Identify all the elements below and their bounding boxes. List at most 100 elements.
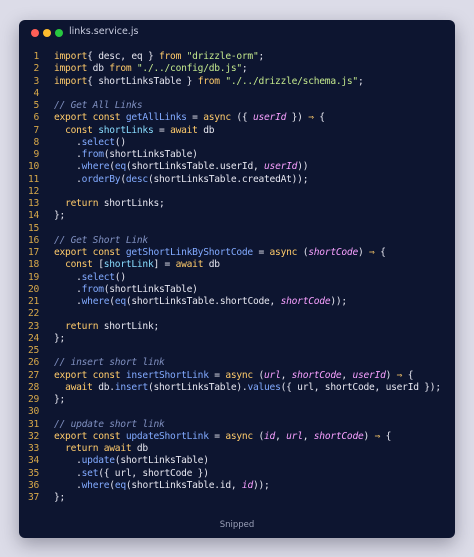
code-token: eq [114, 296, 126, 307]
code-token: getAllLinks [125, 112, 187, 124]
line-number: 13 [27, 198, 39, 209]
code-token: db. [92, 381, 115, 393]
code-token: shortCode [308, 247, 358, 258]
code-text: .set({ url, shortCode }) [54, 468, 209, 480]
code-token: db [131, 443, 148, 454]
file-name-title: links.service.js [69, 26, 139, 37]
close-window-button[interactable] [31, 29, 39, 37]
code-line: 3 import{ shortLinksTable } from "./../dr… [19, 76, 455, 88]
code-token: import [54, 75, 88, 87]
code-token: set [81, 467, 99, 479]
code-line: 13 return shortLinks; [19, 198, 455, 210]
line-number: 36 [27, 479, 39, 491]
line-number: 30 [27, 406, 39, 418]
line-number: 26 [27, 357, 39, 369]
code-token: ] = [153, 259, 176, 271]
code-line: 15 [19, 223, 455, 235]
code-line: 22 [19, 308, 455, 320]
code-line: 12 [19, 186, 455, 198]
code-token: async [203, 112, 231, 124]
code-token: )) [297, 161, 309, 173]
code-token: { desc, eq } [87, 51, 159, 62]
title-bar: links.service.js [19, 20, 455, 46]
code-line: 23 return shortLink; [19, 321, 455, 333]
code-token: where [81, 161, 110, 173]
code-token: ; [258, 51, 265, 62]
code-text: }; [54, 333, 65, 345]
code-token: . [54, 136, 82, 148]
code-token: ( [252, 369, 265, 381]
line-number: 35 [27, 467, 39, 479]
code-token: getShortLinkByShortCode [125, 247, 253, 258]
line-number: 21 [27, 296, 39, 307]
line-number: 11 [27, 173, 39, 185]
line-number: 7 [33, 124, 39, 136]
line-number: 19 [27, 271, 39, 283]
code-token: "./../drizzle/schema.js" [219, 75, 358, 87]
code-token: async [225, 369, 253, 381]
line-number: 18 [27, 259, 39, 271]
code-token: db [87, 63, 110, 75]
code-token: . [54, 149, 82, 160]
code-token: export const [54, 369, 126, 381]
code-text: return shortLink; [54, 321, 159, 333]
line-number: 1 [33, 51, 39, 62]
code-token: ) [385, 369, 397, 381]
code-token: = [153, 124, 171, 136]
code-token: updateShortLink [125, 430, 209, 442]
line-number: 10 [27, 161, 39, 173]
code-line: 20 .from(shortLinksTable) [19, 284, 455, 296]
code-token: const [65, 124, 99, 136]
line-number: 25 [27, 345, 39, 356]
code-text: export const getShortLinkByShortCode = a… [54, 247, 386, 259]
code-token: return await [65, 443, 132, 454]
code-line: 8 .select() [19, 137, 455, 149]
code-token: // insert short link [54, 357, 165, 369]
code-line: 10 .where(eq(shortLinksTable.userId, use… [19, 161, 455, 173]
code-token: where [81, 479, 110, 491]
code-token: insertShortLink [125, 369, 209, 381]
line-number: 37 [27, 492, 39, 503]
code-token: . [54, 296, 82, 307]
code-line: 31 // update short link [19, 419, 455, 431]
code-line: 24}; [19, 333, 455, 345]
code-token: from [197, 75, 220, 87]
code-token: values [247, 381, 281, 393]
code-line: 16 // Get Short Link [19, 235, 455, 247]
line-number: 29 [27, 394, 39, 405]
code-line: 25 [19, 345, 455, 357]
code-line: 5 // Get All Links [19, 100, 455, 112]
code-line: 6 export const getAllLinks = async ({ use… [19, 112, 455, 124]
code-token: ) [357, 247, 370, 258]
line-number: 8 [33, 136, 39, 148]
code-token: shortLink; [98, 320, 160, 332]
code-token: { [402, 369, 414, 381]
code-token: ({ url, shortCode }) [98, 467, 209, 479]
maximize-window-button[interactable] [55, 29, 63, 37]
minimize-window-button[interactable] [43, 29, 51, 37]
code-token: export const [54, 112, 126, 124]
code-text: export const getAllLinks = async ({ user… [54, 112, 325, 124]
code-text: .where(eq(shortLinksTable.shortCode, sho… [54, 296, 347, 308]
code-token: }) [286, 112, 309, 124]
line-number: 14 [27, 210, 39, 222]
code-token: shortCode [280, 296, 331, 307]
code-text: .where(eq(shortLinksTable.id, id)); [54, 480, 270, 492]
code-token: . [54, 479, 82, 491]
code-token: id [264, 430, 276, 442]
code-token: shortCode [291, 369, 342, 381]
code-token: , [302, 430, 314, 442]
code-token: import [54, 51, 88, 62]
line-number: 2 [33, 63, 39, 75]
code-token: // update short link [54, 418, 165, 430]
code-token: , [275, 430, 287, 442]
code-token: url [264, 369, 281, 381]
code-token: { [313, 112, 325, 124]
code-token: async [269, 247, 298, 258]
code-token: ( [297, 247, 309, 258]
code-text: import db from "./../config/db.js"; [54, 63, 248, 75]
